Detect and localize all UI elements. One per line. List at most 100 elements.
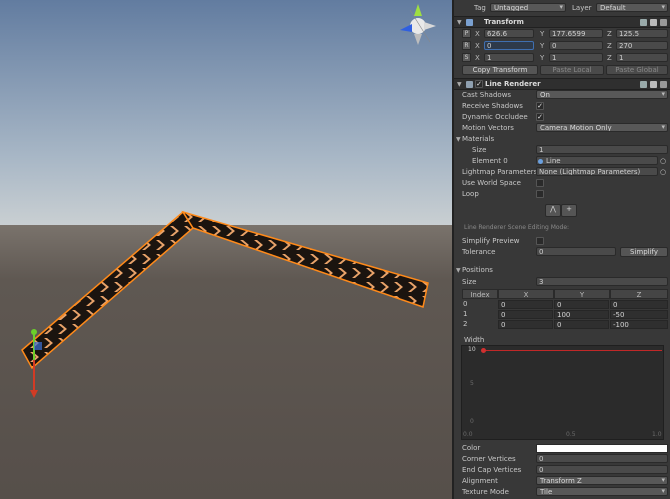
object-picker-icon[interactable]: ○ [660, 156, 666, 167]
motion-vectors-row: Motion Vectors Camera Motion Only [454, 123, 670, 134]
table-row-cell[interactable]: 0 [498, 310, 553, 319]
scene-canvas[interactable] [0, 0, 452, 499]
preset-icon[interactable] [650, 19, 657, 26]
world-space-checkbox[interactable] [536, 179, 544, 187]
gear-icon[interactable] [660, 19, 667, 26]
simplify-button[interactable]: Simplify [620, 247, 668, 257]
table-row-index: 0 [463, 300, 468, 308]
dynamic-occludee-checkbox[interactable]: ✓ [536, 113, 544, 121]
layer-dropdown[interactable]: Default [596, 3, 668, 12]
paste-local-button[interactable]: Paste Local [540, 65, 604, 75]
curve-key-point[interactable] [481, 348, 486, 353]
tolerance-row: Tolerance 0 Simplify [454, 247, 670, 258]
sky [0, 0, 452, 225]
line-renderer-icon [466, 81, 473, 88]
rotation-reset-button[interactable]: R [462, 41, 471, 50]
scale-x-field[interactable]: 1 [484, 53, 534, 62]
width-curve-line[interactable] [482, 350, 662, 351]
cast-shadows-row: Cast Shadows On [454, 90, 670, 101]
object-picker-icon[interactable]: ○ [660, 167, 666, 178]
table-row-cell[interactable]: -50 [610, 310, 668, 319]
positions-size-field[interactable]: 3 [536, 277, 668, 286]
width-curve-editor[interactable]: 10 5 0 [461, 345, 664, 440]
paste-global-button[interactable]: Paste Global [606, 65, 668, 75]
scale-reset-button[interactable]: S [462, 53, 471, 62]
help-icon[interactable] [640, 19, 647, 26]
table-row-cell[interactable]: -100 [610, 320, 668, 329]
tag-dropdown[interactable]: Untagged [490, 3, 566, 12]
materials-foldout-icon[interactable]: ▼ [456, 134, 461, 145]
positions-row[interactable]: ▼ Positions [454, 265, 670, 276]
table-row-cell[interactable]: 0 [610, 300, 668, 309]
transform-icon [466, 19, 473, 26]
scale-z-field[interactable]: 1 [616, 53, 668, 62]
receive-shadows-row: Receive Shadows ✓ [462, 102, 544, 110]
table-row-cell[interactable]: 0 [498, 300, 553, 309]
rotation-row: R X 0 Y 0 Z 270 [454, 41, 670, 52]
line-renderer-enabled-checkbox[interactable]: ✓ [475, 80, 483, 88]
corner-vertices-field[interactable]: 0 [536, 454, 668, 463]
table-row-cell[interactable]: 0 [554, 320, 609, 329]
table-row-cell[interactable]: 0 [554, 300, 609, 309]
position-x-field[interactable]: 626.6 [484, 29, 534, 38]
motion-vectors-dropdown[interactable]: Camera Motion Only [536, 123, 668, 132]
table-header: Y [554, 289, 610, 299]
line-renderer-header[interactable]: ▼ ✓ Line Renderer [454, 78, 670, 90]
transform-header[interactable]: ▼ Transform [454, 16, 670, 28]
edit-mode-label-row: Line Renderer Scene Editing Mode: [464, 224, 570, 231]
simplify-preview-row: Simplify Preview [454, 236, 670, 247]
materials-size-row: Size 1 [454, 145, 670, 156]
lightmap-field[interactable]: None (Lightmap Parameters) [536, 167, 658, 176]
rotation-z-field[interactable]: 270 [616, 41, 668, 50]
material-icon [538, 159, 543, 164]
scale-y-field[interactable]: 1 [549, 53, 603, 62]
layer-label: Layer [572, 4, 592, 12]
curve-x-axis: 0.0 0.5 1.0 [463, 431, 662, 438]
copy-transform-button[interactable]: Copy Transform [462, 65, 538, 75]
lightmap-row: Lightmap Parameters None (Lightmap Param… [462, 167, 667, 178]
loop-row: Loop [454, 189, 670, 200]
line-renderer-title: Line Renderer [485, 80, 541, 88]
table-row-index: 2 [463, 320, 468, 328]
transform-buttons-row: Copy Transform Paste Local Paste Global [454, 65, 670, 76]
table-row-index: 1 [463, 310, 468, 318]
cast-shadows-dropdown[interactable]: On [536, 90, 668, 99]
edit-points-button[interactable]: ⋀ [545, 204, 561, 217]
positions-foldout-icon[interactable]: ▼ [456, 265, 461, 276]
scene-view[interactable] [0, 0, 452, 499]
table-row-cell[interactable]: 100 [554, 310, 609, 319]
materials-size-field[interactable]: 1 [536, 145, 668, 154]
position-y-field[interactable]: 177.6599 [549, 29, 603, 38]
position-z-field[interactable]: 125.5 [616, 29, 668, 38]
add-points-button[interactable]: + [561, 204, 577, 217]
texture-mode-dropdown[interactable]: Tile [536, 487, 668, 496]
table-row-cell[interactable]: 0 [498, 320, 553, 329]
simplify-preview-checkbox[interactable] [536, 237, 544, 245]
position-reset-button[interactable]: P [462, 29, 471, 38]
collapse-triangle-icon[interactable]: ▼ [457, 81, 462, 88]
rotation-y-field[interactable]: 0 [549, 41, 603, 50]
gear-icon[interactable] [660, 81, 667, 88]
collapse-triangle-icon[interactable]: ▼ [457, 19, 462, 26]
world-space-row: Use World Space [454, 178, 670, 189]
element0-field[interactable]: Line [536, 156, 658, 165]
help-icon[interactable] [640, 81, 647, 88]
table-header: Z [610, 289, 668, 299]
tag-label: Tag [474, 4, 486, 12]
tolerance-field[interactable]: 0 [536, 247, 616, 256]
curve-value-label: 10 [468, 346, 476, 353]
alignment-dropdown[interactable]: Transform Z [536, 476, 668, 485]
receive-shadows-checkbox[interactable]: ✓ [536, 102, 544, 110]
rotation-x-field[interactable]: 0 [484, 41, 534, 50]
loop-checkbox[interactable] [536, 190, 544, 198]
preset-icon[interactable] [650, 81, 657, 88]
color-row: Color [454, 443, 670, 454]
color-gradient-field[interactable] [536, 444, 668, 453]
end-cap-row: End Cap Vertices 0 [454, 465, 670, 476]
edit-mode-buttons: ⋀ + [454, 204, 670, 218]
table-header: X [498, 289, 554, 299]
positions-size-row: Size 3 [454, 277, 670, 288]
ground-plane [0, 225, 452, 499]
end-cap-field[interactable]: 0 [536, 465, 668, 474]
materials-row[interactable]: ▼ Materials [454, 134, 670, 145]
